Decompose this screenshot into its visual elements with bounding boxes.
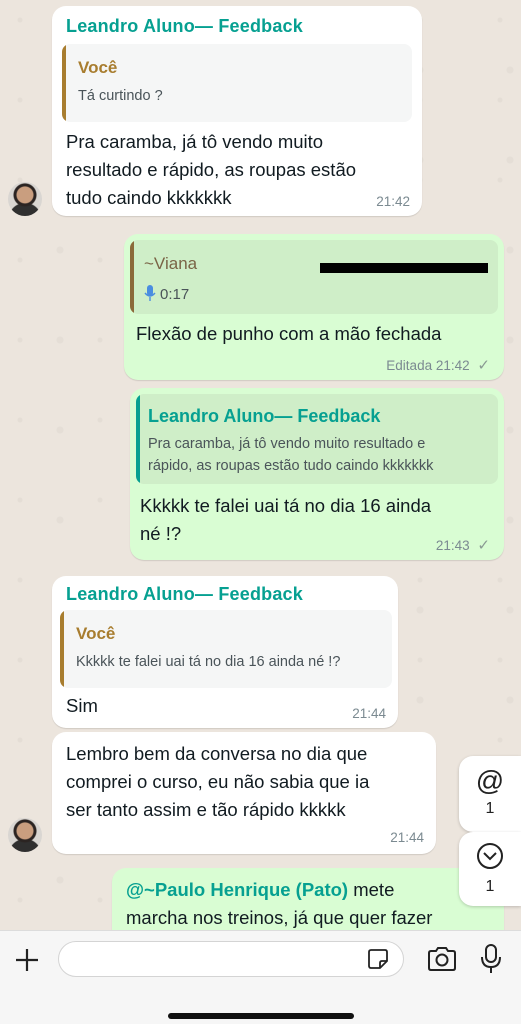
- message-text: Kkkkk te falei uai tá no dia 16 ainda: [140, 495, 432, 516]
- quote-bar: [136, 394, 140, 484]
- redaction-bar: [320, 263, 488, 273]
- chat-area[interactable]: Leandro Aluno— Feedback Você Tá curtindo…: [0, 0, 521, 930]
- quoted-voice-message[interactable]: ~Viana 0:17: [130, 240, 498, 314]
- outgoing-message[interactable]: @~Paulo Henrique (Pato) mete marcha nos …: [112, 868, 504, 930]
- incoming-message[interactable]: Lembro bem da conversa no dia que compre…: [52, 732, 436, 854]
- message-text: marcha nos treinos, já que quer fazer: [126, 907, 433, 928]
- quote-author: Você: [78, 58, 118, 77]
- mic-small-icon: [144, 285, 156, 301]
- message-time: 21:44: [352, 706, 386, 721]
- message-text: ser tanto assim e tão rápido kkkkk: [66, 799, 346, 820]
- outgoing-message[interactable]: Leandro Aluno— Feedback Pra caramba, já …: [130, 388, 504, 560]
- message-text: Pra caramba, já tô vendo muito: [66, 131, 324, 152]
- message-text: resultado e rápido, as roupas estão: [66, 159, 357, 180]
- sender-name: Leandro Aluno— Feedback: [66, 16, 303, 36]
- voice-duration: 0:17: [160, 286, 190, 303]
- check-icon: ✓: [477, 537, 490, 554]
- message-text: Lembro bem da conversa no dia que: [66, 743, 368, 764]
- chevron-down-icon: [477, 843, 503, 869]
- scroll-count: 1: [485, 878, 495, 895]
- outgoing-message[interactable]: ~Viana 0:17 Flexão de punho com a mão fe…: [124, 234, 504, 380]
- message-time-value: 21:42: [435, 358, 470, 373]
- quote-text: Pra caramba, já tô vendo muito resultado…: [148, 436, 426, 452]
- quote-text: Kkkkk te falei uai tá no dia 16 ainda né…: [76, 654, 341, 670]
- incoming-message[interactable]: Leandro Aluno— Feedback Você Kkkkk te fa…: [52, 576, 398, 728]
- mentions-button[interactable]: @ 1: [459, 756, 521, 832]
- message-text: comprei o curso, eu não sabia que ia: [66, 771, 370, 792]
- message-text: tudo caindo kkkkkkk: [66, 187, 232, 208]
- message-time: 21:44: [390, 830, 424, 845]
- message-text-rest: mete: [348, 879, 395, 900]
- quote-author: ~Viana: [144, 254, 198, 273]
- mention-link[interactable]: @~Paulo Henrique (Pato): [126, 879, 348, 900]
- message-text: né !?: [140, 523, 182, 544]
- message-time: Editada 21:42 ✓: [386, 356, 490, 374]
- message-text: Flexão de punho com a mão fechada: [136, 323, 442, 344]
- home-indicator: [168, 1013, 354, 1019]
- sticker-icon[interactable]: [366, 947, 390, 971]
- quoted-message[interactable]: Leandro Aluno— Feedback Pra caramba, já …: [136, 394, 498, 484]
- check-icon: ✓: [477, 357, 490, 374]
- quote-author: Você: [76, 624, 116, 643]
- scroll-down-button[interactable]: 1: [459, 832, 521, 906]
- camera-icon[interactable]: [426, 945, 458, 973]
- quote-bar: [130, 240, 134, 314]
- message-time-value: 21:43: [435, 538, 470, 553]
- quoted-message[interactable]: Você Tá curtindo ?: [62, 44, 412, 122]
- incoming-message[interactable]: Leandro Aluno— Feedback Você Tá curtindo…: [52, 6, 422, 216]
- quote-bar: [60, 610, 64, 688]
- avatar[interactable]: [8, 182, 42, 216]
- message-text: Sim: [66, 695, 98, 716]
- quote-author: Leandro Aluno— Feedback: [148, 406, 381, 426]
- message-text: @~Paulo Henrique (Pato) mete: [126, 876, 394, 904]
- at-icon: @: [475, 765, 505, 796]
- quote-text: Tá curtindo ?: [78, 88, 163, 104]
- composer-bar: [0, 930, 521, 1024]
- quote-bar: [62, 44, 66, 122]
- sender-name: Leandro Aluno— Feedback: [66, 584, 303, 604]
- quote-text: rápido, as roupas estão tudo caindo kkkk…: [148, 458, 434, 474]
- quoted-message[interactable]: Você Kkkkk te falei uai tá no dia 16 ain…: [60, 610, 392, 688]
- message-input[interactable]: [58, 941, 404, 977]
- microphone-icon[interactable]: [480, 943, 502, 975]
- edited-label: Editada: [386, 358, 433, 373]
- message-time: 21:42: [376, 194, 410, 209]
- message-time: 21:43 ✓: [436, 536, 490, 554]
- plus-icon[interactable]: [14, 947, 40, 973]
- avatar[interactable]: [8, 818, 42, 852]
- mentions-count: 1: [485, 800, 495, 817]
